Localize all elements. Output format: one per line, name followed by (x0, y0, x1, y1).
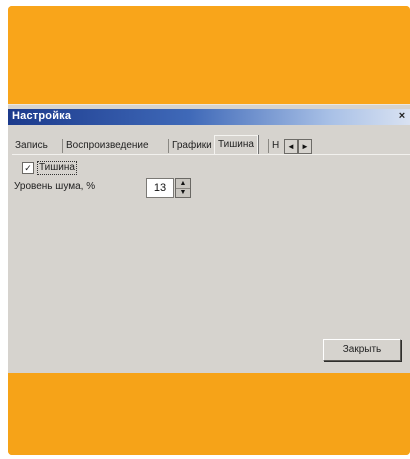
silence-checkbox-label[interactable]: Тишина (37, 161, 77, 175)
tab-graphs[interactable]: Графики (168, 139, 215, 153)
check-icon[interactable]: ✓ (22, 162, 34, 174)
title-bar[interactable]: Настройка × (8, 109, 410, 125)
tab-strip: Запись Воспроизведение Графики Тишина Н … (12, 135, 410, 155)
arrow-left-icon[interactable]: ◄ (284, 139, 298, 154)
tab-recording[interactable]: Запись (12, 139, 51, 153)
arrow-right-icon[interactable]: ► (298, 139, 312, 154)
noise-level-input[interactable]: 13 (146, 178, 174, 198)
settings-dialog: Настройка × Запись Воспроизведение Графи… (8, 104, 410, 374)
tab-silence[interactable]: Тишина (214, 135, 258, 154)
silence-panel: ✓ Тишина Уровень шума, % 13 ▲ ▼ Закрыть (12, 154, 410, 371)
close-button[interactable]: Закрыть (323, 339, 401, 361)
noise-level-spinner[interactable]: ▲ ▼ (175, 178, 191, 198)
noise-level-label: Уровень шума, % (14, 181, 96, 192)
tab-playback[interactable]: Воспроизведение (62, 139, 152, 153)
spin-down-icon[interactable]: ▼ (176, 188, 190, 197)
dialog-title: Настройка (12, 110, 72, 122)
close-icon[interactable]: × (396, 110, 408, 123)
screenshot-frame: Настройка × Запись Воспроизведение Графи… (8, 6, 410, 455)
top-orange-band (8, 6, 410, 104)
bottom-orange-band (8, 373, 410, 455)
tab-partial[interactable]: Н (268, 139, 282, 153)
